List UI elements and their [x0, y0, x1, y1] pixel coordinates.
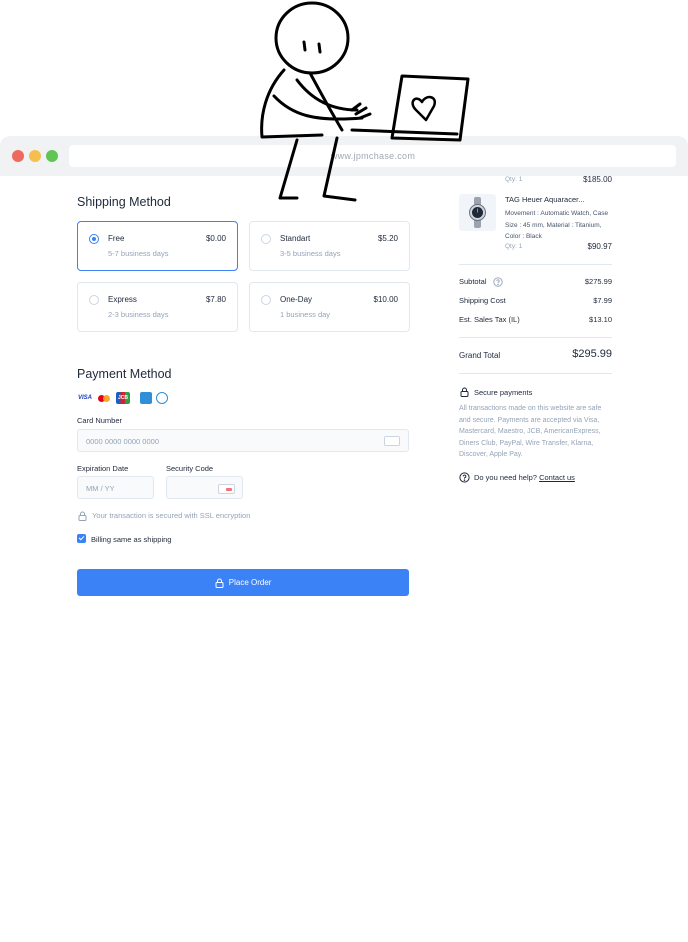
- shipping-option-name: Standart: [280, 234, 311, 243]
- product-name[interactable]: TAG Heuer Aquaracer...: [505, 195, 584, 204]
- place-order-button[interactable]: Place Order: [77, 569, 409, 596]
- shipping-option-price: $7.80: [205, 295, 226, 304]
- mastercard-logo-icon: [97, 392, 111, 404]
- shipping-option-days: 2-3 business days: [108, 310, 169, 319]
- stick-figure-laptop-illustration: [260, 1, 470, 202]
- billing-same-label: Billing same as shipping: [91, 535, 172, 544]
- divider: [459, 264, 612, 265]
- divider: [459, 373, 612, 374]
- divider: [459, 337, 612, 338]
- secure-payments-text: All transactions made on this website ar…: [459, 405, 602, 458]
- item-price: $90.97: [587, 242, 612, 251]
- shipping-option-name: Free: [108, 234, 125, 243]
- subtotal-label: Subtotal: [459, 277, 503, 287]
- lock-icon: [460, 387, 469, 397]
- expiration-placeholder: MM / YY: [86, 484, 115, 493]
- shipping-option-express[interactable]: Express $7.80 2-3 business days: [77, 282, 238, 332]
- shipping-option-days: 1 business day: [280, 310, 331, 319]
- shipping-option-price: $0.00: [205, 234, 226, 243]
- shipping-option-days: 3-5 business days: [280, 249, 341, 258]
- shipping-method-title: Shipping Method: [77, 195, 171, 209]
- jcb-logo-icon: JCB: [116, 392, 130, 404]
- card-icon: [384, 436, 400, 446]
- place-order-label: Place Order: [228, 578, 272, 587]
- cvc-card-icon: [218, 484, 235, 494]
- shipping-option-price: $10.00: [373, 295, 398, 304]
- secure-payments-title: Secure payments: [474, 388, 533, 397]
- diners-logo-icon: [156, 392, 168, 404]
- expiration-date-label: Expiration Date: [77, 464, 129, 473]
- help-circle-icon: [459, 472, 470, 483]
- product-description: Movement : Automatic Watch, Case Size : …: [505, 210, 609, 240]
- sales-tax-value: $13.10: [589, 315, 612, 324]
- security-code-input[interactable]: [166, 476, 243, 499]
- item-qty: Qty: 1: [505, 243, 523, 250]
- subtotal-value: $275.99: [584, 277, 612, 286]
- shipping-radio-standart[interactable]: [261, 234, 271, 244]
- ssl-note-text: Your transaction is secured with SSL enc…: [92, 511, 251, 520]
- security-code-label: Security Code: [166, 464, 214, 473]
- help-line: Do you need help? Contact us: [474, 473, 575, 482]
- shipping-cost-label: Shipping Cost: [459, 296, 506, 305]
- item-price: $185.00: [583, 175, 612, 184]
- item-qty: Qty: 1: [505, 176, 523, 183]
- grand-total-label: Grand Total: [459, 351, 501, 360]
- card-number-label: Card Number: [77, 416, 123, 425]
- help-circle-icon[interactable]: [492, 277, 503, 287]
- payment-method-title: Payment Method: [77, 367, 172, 381]
- contact-us-link[interactable]: Contact us: [539, 473, 575, 482]
- shipping-cost-value: $7.99: [593, 296, 612, 305]
- card-number-input[interactable]: 0000 0000 0000 0000: [77, 429, 409, 452]
- help-text: Do you need help?: [474, 473, 537, 482]
- ssl-note: Your transaction is secured with SSL enc…: [78, 511, 251, 522]
- shipping-radio-one-day[interactable]: [261, 295, 271, 305]
- shipping-radio-express[interactable]: [89, 295, 99, 305]
- visa-logo-icon: VISA: [77, 395, 92, 401]
- card-number-placeholder: 0000 0000 0000 0000: [86, 437, 159, 446]
- shipping-option-price: $5.20: [377, 234, 398, 243]
- sales-tax-label: Est. Sales Tax (IL): [459, 315, 520, 324]
- expiration-date-input[interactable]: MM / YY: [77, 476, 154, 499]
- shipping-option-free[interactable]: Free $0.00 5-7 business days: [77, 221, 238, 271]
- shipping-option-name: One-Day: [280, 295, 313, 304]
- shipping-radio-free[interactable]: [89, 234, 99, 244]
- shipping-option-one-day[interactable]: One-Day $10.00 1 business day: [249, 282, 410, 332]
- amex-logo-icon: [140, 392, 152, 404]
- shipping-option-days: 5-7 business days: [108, 249, 169, 258]
- shipping-option-standart[interactable]: Standart $5.20 3-5 business days: [249, 221, 410, 271]
- shipping-option-name: Express: [108, 295, 137, 304]
- lock-icon: [215, 578, 224, 588]
- lock-icon: [78, 511, 87, 522]
- billing-same-checkbox[interactable]: [77, 534, 86, 543]
- grand-total-value: $295.99: [572, 348, 612, 360]
